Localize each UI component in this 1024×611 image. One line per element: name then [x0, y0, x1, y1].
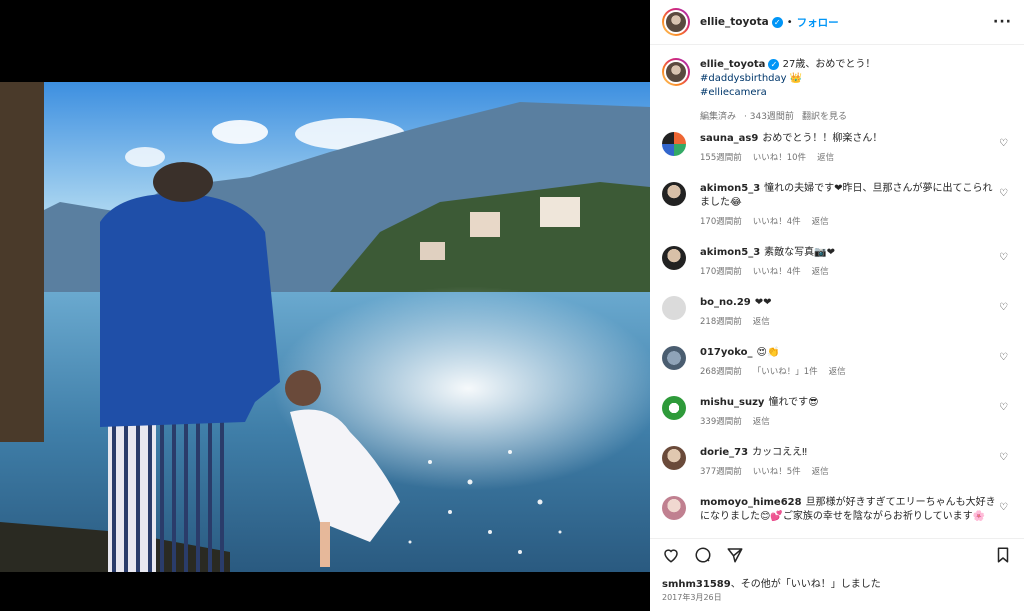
comment-text: 素敵な写真📷❤	[764, 247, 835, 258]
caption-avatar[interactable]	[662, 58, 690, 86]
comment-icon[interactable]	[694, 546, 712, 564]
heart-icon[interactable]: ♡	[999, 302, 1008, 313]
verified-badge-icon: ✓	[771, 16, 783, 28]
commenter-username[interactable]: bo_no.29	[700, 297, 751, 308]
translate-link[interactable]: 翻訳を見る	[802, 112, 847, 122]
comment-text: ❤❤	[754, 297, 772, 308]
reply-button[interactable]: 返信	[812, 217, 829, 227]
commenter-avatar[interactable]	[662, 246, 686, 270]
comment-item: 017yoko_ 😍👏 268週間前 「いいね！」1件 返信 ♡	[662, 346, 1014, 379]
reply-button[interactable]: 返信	[812, 267, 829, 277]
more-icon[interactable]: ···	[993, 14, 1012, 30]
commenter-username[interactable]: dorie_73	[700, 447, 748, 458]
heart-icon[interactable]: ♡	[999, 252, 1008, 263]
comment-age: 377週間前	[700, 467, 742, 477]
comment-like-count[interactable]: いいね！4件	[753, 267, 801, 277]
reply-button[interactable]: 返信	[812, 467, 829, 477]
comment-age: 155週間前	[700, 153, 742, 163]
heart-icon[interactable]: ♡	[999, 188, 1008, 199]
photo-illustration	[0, 82, 650, 572]
reply-button[interactable]: 返信	[817, 153, 834, 163]
comment-like-count[interactable]: いいね！4件	[753, 217, 801, 227]
hashtag-elliecamera[interactable]: #elliecamera	[700, 87, 767, 98]
post-media	[0, 0, 650, 611]
comment-text: カッコええ‼	[752, 447, 807, 458]
commenter-avatar[interactable]	[662, 132, 686, 156]
comment-item: bo_no.29 ❤❤ 218週間前 返信 ♡	[662, 296, 1014, 329]
follow-button[interactable]: フォロー	[797, 15, 839, 30]
comment-item: momoyo_hime628 旦那様が好きすぎてエリーちゃんも大好きになりました😊…	[662, 496, 1014, 524]
caption-username[interactable]: ellie_toyota	[700, 59, 765, 70]
heart-icon[interactable]: ♡	[999, 138, 1008, 149]
comment-like-count[interactable]: いいね！10件	[753, 153, 806, 163]
post-actions-bar	[650, 538, 1024, 571]
caption-age: 343週間前	[749, 112, 794, 122]
share-icon[interactable]	[726, 546, 744, 564]
hashtag-daddysbirthday[interactable]: #daddysbirthday 👑	[700, 73, 802, 84]
verified-badge-icon: ✓	[768, 59, 780, 70]
post-date: 2017年3月26日	[662, 593, 722, 602]
post-photo[interactable]	[0, 82, 650, 572]
commenter-avatar[interactable]	[662, 182, 686, 206]
comment-item: dorie_73 カッコええ‼ 377週間前 いいね！5件 返信 ♡	[662, 446, 1014, 479]
commenter-avatar[interactable]	[662, 396, 686, 420]
comments-list: ellie_toyota ✓ 27歳、おめでとう！ #daddysbirthday…	[650, 46, 1024, 536]
post-header: ellie_toyota ✓ • フォロー ···	[650, 0, 1024, 45]
reply-button[interactable]: 返信	[753, 317, 770, 327]
comment-age: 339週間前	[700, 417, 742, 427]
separator-dot: •	[786, 16, 793, 28]
commenter-avatar[interactable]	[662, 346, 686, 370]
comment-text: おめでとう！！柳楽さん！	[762, 133, 883, 144]
edited-label: 編集済み	[700, 112, 737, 122]
likes-summary[interactable]: smhm31589、その他が「いいね！」しました	[662, 575, 881, 590]
commenter-avatar[interactable]	[662, 296, 686, 320]
comment-item: mishu_suzy 憧れです😎 339週間前 返信 ♡	[662, 396, 1014, 429]
commenter-username[interactable]: sauna_as9	[700, 133, 758, 144]
comment-like-count[interactable]: 「いいね！」1件	[753, 367, 818, 377]
comment-item: sauna_as9 おめでとう！！柳楽さん！ 155週間前 いいね！10件 返信 ♡	[662, 132, 1014, 165]
comment-age: 218週間前	[700, 317, 742, 327]
author-username[interactable]: ellie_toyota	[700, 16, 769, 28]
caption-text: 27歳、おめでとう！	[782, 59, 876, 70]
commenter-username[interactable]: akimon5_3	[700, 183, 760, 194]
post-details-panel: ellie_toyota ✓ • フォロー ··· ellie_toyota ✓ …	[650, 0, 1024, 611]
likes-rest: 、その他が「いいね！」しました	[730, 579, 881, 590]
comment-item: akimon5_3 素敵な写真📷❤ 170週間前 いいね！4件 返信 ♡	[662, 246, 1014, 279]
comment-text: 憧れです😎	[768, 397, 819, 408]
bookmark-icon[interactable]	[994, 546, 1012, 564]
comment-age: 170週間前	[700, 267, 742, 277]
heart-icon[interactable]: ♡	[999, 502, 1008, 513]
author-avatar[interactable]	[662, 8, 690, 36]
commenter-avatar[interactable]	[662, 446, 686, 470]
comment-item: akimon5_3 憧れの夫婦です❤昨日、旦那さんが夢に出てこられました😂 170…	[662, 182, 1014, 229]
comment-age: 268週間前	[700, 367, 742, 377]
likes-username[interactable]: smhm31589	[662, 579, 731, 590]
comment-like-count[interactable]: いいね！5件	[753, 467, 801, 477]
heart-icon[interactable]: ♡	[999, 352, 1008, 363]
heart-icon[interactable]: ♡	[999, 402, 1008, 413]
commenter-username[interactable]: mishu_suzy	[700, 397, 764, 408]
post-caption: ellie_toyota ✓ 27歳、おめでとう！ #daddysbirthday…	[650, 46, 1024, 124]
heart-icon[interactable]: ♡	[999, 452, 1008, 463]
comment-text: 😍👏	[756, 347, 780, 358]
commenter-username[interactable]: 017yoko_	[700, 347, 753, 358]
commenter-avatar[interactable]	[662, 496, 686, 520]
reply-button[interactable]: 返信	[829, 367, 846, 377]
caption-meta: 編集済み · 343週間前 翻訳を見る	[700, 112, 847, 122]
commenter-username[interactable]: momoyo_hime628	[700, 497, 802, 508]
reply-button[interactable]: 返信	[753, 417, 770, 427]
comment-age: 170週間前	[700, 217, 742, 227]
commenter-username[interactable]: akimon5_3	[700, 247, 760, 258]
heart-icon[interactable]	[662, 546, 680, 564]
